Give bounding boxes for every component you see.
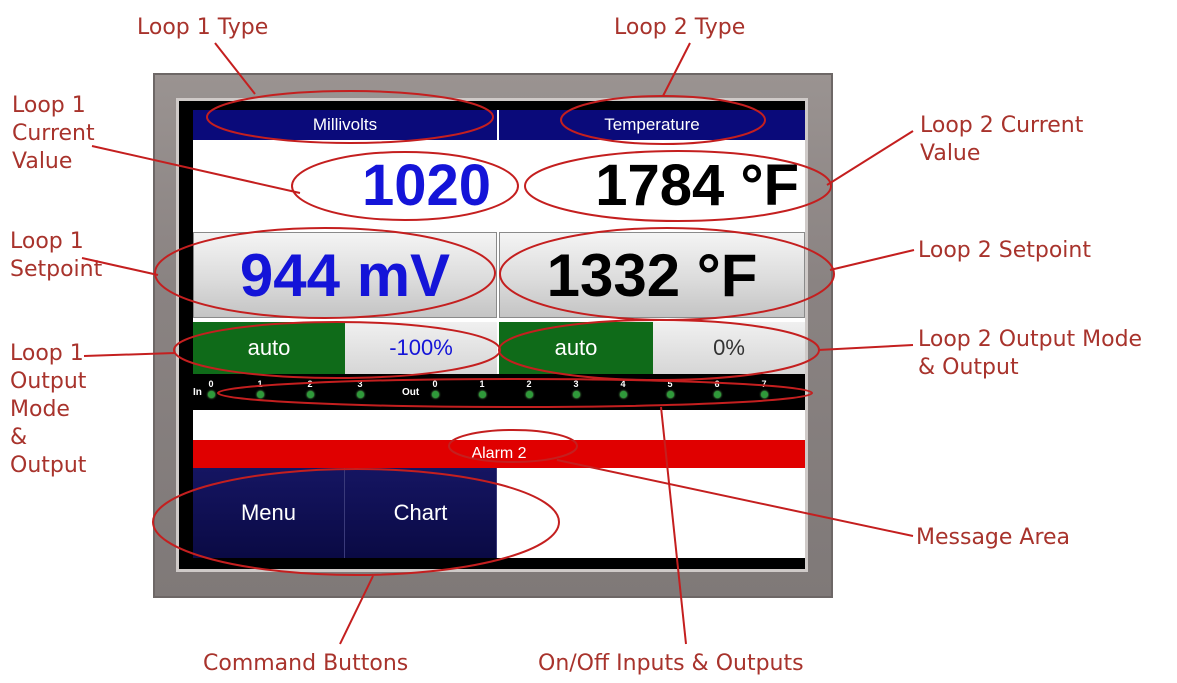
leader-io bbox=[660, 406, 687, 645]
leader-loop1-setpoint bbox=[81, 257, 159, 276]
alarm-ellipse bbox=[448, 429, 578, 463]
leader-command bbox=[339, 575, 374, 645]
leader-loop2-setpoint bbox=[829, 249, 915, 271]
leader-loop2-current bbox=[826, 130, 914, 186]
leader-loop2-output bbox=[817, 344, 914, 351]
command-ellipse bbox=[152, 468, 560, 576]
loop2-setpoint-ellipse bbox=[499, 227, 835, 321]
leader-message bbox=[556, 459, 914, 537]
leader-loop1-type bbox=[214, 42, 256, 95]
loop1-current-ellipse bbox=[291, 151, 519, 221]
loop1-setpoint-ellipse bbox=[154, 227, 496, 319]
loop2-current-ellipse bbox=[524, 150, 832, 222]
loop1-type-ellipse bbox=[206, 90, 494, 144]
leader-loop1-current bbox=[91, 145, 301, 194]
loop1-output-ellipse bbox=[173, 321, 501, 379]
loop2-type-ellipse bbox=[560, 95, 766, 145]
io-ellipse bbox=[217, 378, 813, 408]
leader-loop2-type bbox=[662, 42, 691, 97]
annotation-overlay bbox=[81, 42, 915, 645]
loop2-output-ellipse bbox=[498, 319, 820, 381]
leader-loop1-output bbox=[83, 352, 176, 357]
